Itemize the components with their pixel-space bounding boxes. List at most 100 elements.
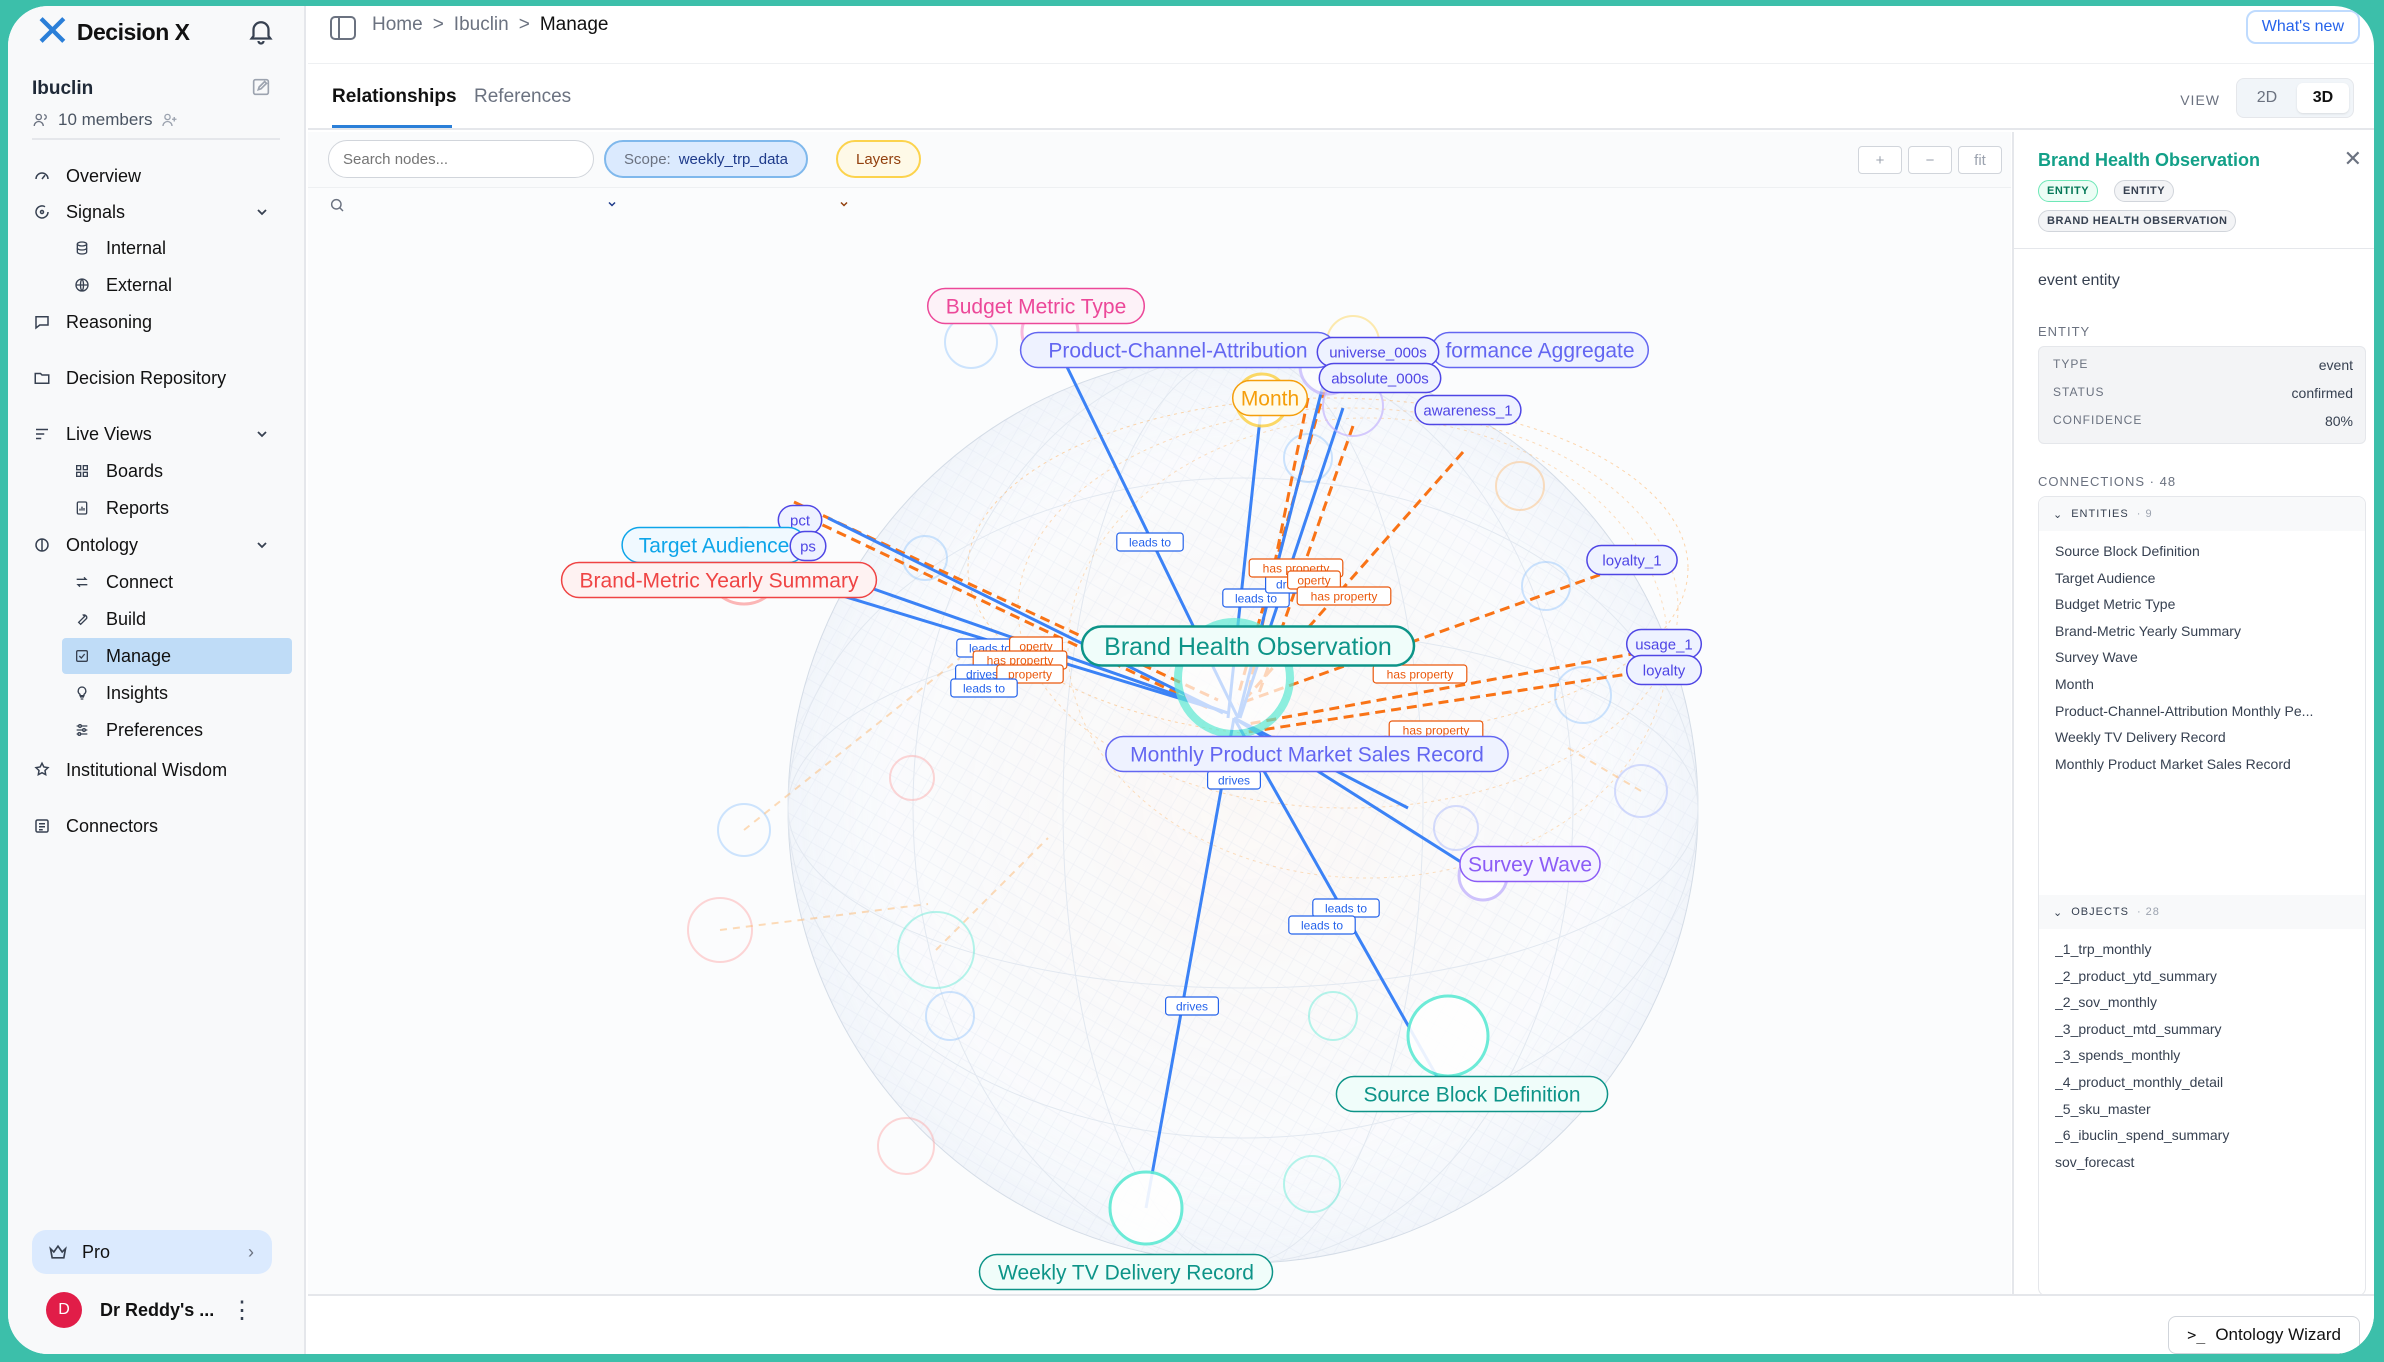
entity-section-label: ENTITY <box>2038 324 2091 339</box>
search-input[interactable] <box>343 150 543 168</box>
connection-item[interactable]: Monthly Product Market Sales Record <box>2055 756 2355 772</box>
sidebar-toggle-icon[interactable] <box>330 16 356 40</box>
node-label-bho[interactable]: Brand Health Observation <box>1080 625 1416 667</box>
members-count: 10 members <box>58 110 153 129</box>
bell-icon[interactable] <box>246 16 276 46</box>
node-label-usage[interactable]: usage_1 <box>1625 628 1703 660</box>
user-profile[interactable]: D Dr Reddy's ... <box>46 1292 214 1328</box>
node-label-universe[interactable]: universe_000s <box>1316 336 1440 368</box>
more-options-icon[interactable]: ⋮ <box>230 1296 254 1325</box>
nav-label: Build <box>106 608 147 629</box>
connection-item[interactable]: Survey Wave <box>2055 649 2355 665</box>
chevron-down-icon: ⌄ <box>2053 906 2064 919</box>
connection-item[interactable]: Brand-Metric Yearly Summary <box>2055 623 2355 639</box>
node-label-awareness[interactable]: awareness_1 <box>1414 394 1522 426</box>
edge-label-text: drives <box>1176 1000 1208 1014</box>
nav-ontology[interactable]: Ontology <box>32 527 138 563</box>
objects-group-header[interactable]: ⌄ OBJECTS · 28 <box>2039 895 2365 929</box>
plan-pro-button[interactable]: Pro › <box>32 1230 272 1274</box>
node-label-perf[interactable]: formance Aggregate <box>1430 331 1650 369</box>
node-label-ps[interactable]: ps <box>789 530 827 562</box>
connection-item[interactable]: Target Audience <box>2055 570 2355 586</box>
workspace-members[interactable]: 10 members <box>32 110 178 130</box>
node-label-text: formance Aggregate <box>1445 339 1634 362</box>
node-circle-source <box>1406 994 1490 1078</box>
node-label-mpms[interactable]: Monthly Product Market Sales Record <box>1105 735 1509 773</box>
scope-filter[interactable]: Scope: weekly_trp_data <box>604 140 808 207</box>
node-label-budget[interactable]: Budget Metric Type <box>926 287 1146 325</box>
connection-item[interactable]: _6_ibuclin_spend_summary <box>2055 1127 2355 1143</box>
nav-overview[interactable]: Overview <box>32 158 141 194</box>
nav-preferences[interactable]: Preferences <box>72 712 203 748</box>
graph-canvas[interactable]: Scope: weekly_trp_data Layers + − fit <box>308 132 2011 1294</box>
node-label-loyalty[interactable]: loyalty <box>1625 654 1703 686</box>
connection-item[interactable]: Month <box>2055 676 2355 692</box>
connection-item[interactable]: _5_sku_master <box>2055 1101 2355 1117</box>
search-box[interactable] <box>328 140 594 212</box>
node-label-brandmetric[interactable]: Brand-Metric Yearly Summary <box>560 561 878 599</box>
nav-reasoning[interactable]: Reasoning <box>32 304 152 340</box>
connection-item[interactable]: _3_product_mtd_summary <box>2055 1021 2355 1037</box>
connection-item[interactable]: Budget Metric Type <box>2055 596 2355 612</box>
breadcrumb-separator: > <box>518 14 530 35</box>
nav-connect[interactable]: Connect <box>72 564 173 600</box>
tab-relationships[interactable]: Relationships <box>332 86 457 108</box>
connection-item[interactable]: _3_spends_monthly <box>2055 1047 2355 1063</box>
zoom-in-button[interactable]: + <box>1858 146 1902 174</box>
view-3d-button[interactable]: 3D <box>2297 83 2349 113</box>
breadcrumb-home[interactable]: Home <box>372 14 423 36</box>
layers-filter[interactable]: Layers <box>836 140 922 207</box>
chevron-down-icon[interactable] <box>254 426 270 442</box>
node-label-survey[interactable]: Survey Wave <box>1459 845 1601 883</box>
edge-label-text: has property <box>1387 668 1454 682</box>
connection-item[interactable]: sov_forecast <box>2055 1154 2355 1170</box>
connection-item[interactable]: Source Block Definition <box>2055 543 2355 559</box>
connection-item[interactable]: _1_trp_monthly <box>2055 941 2355 957</box>
nav-external[interactable]: External <box>72 267 172 303</box>
node-label-month[interactable]: Month <box>1231 379 1309 417</box>
nav-reports[interactable]: Reports <box>72 490 169 526</box>
connection-item[interactable]: _4_product_monthly_detail <box>2055 1074 2355 1090</box>
node-label-text: Weekly TV Delivery Record <box>998 1261 1254 1284</box>
view-label: VIEW <box>2180 92 2220 108</box>
entities-group-header[interactable]: ⌄ ENTITIES · 9 <box>2039 497 2365 531</box>
connection-item[interactable]: _2_product_ytd_summary <box>2055 968 2355 984</box>
brand-logo[interactable]: ✕ Decision X <box>34 10 190 54</box>
graph-sphere <box>787 352 1699 1264</box>
graph-3d-view[interactable]: leads to leads to drives has property operty… <box>308 188 2011 1294</box>
chevron-down-icon[interactable] <box>254 204 270 220</box>
close-icon[interactable]: ✕ <box>2344 146 2362 172</box>
nav-internal[interactable]: Internal <box>72 230 166 266</box>
group-count: · 28 <box>2136 906 2160 918</box>
group-label: OBJECTS <box>2071 906 2129 918</box>
connection-item[interactable]: _2_sov_monthly <box>2055 994 2355 1010</box>
nav-live-views[interactable]: Live Views <box>32 416 152 452</box>
nav-institutional-wisdom[interactable]: Institutional Wisdom <box>32 752 227 788</box>
whats-new-button[interactable]: What's new <box>2245 10 2360 44</box>
connection-item[interactable]: Weekly TV Delivery Record <box>2055 729 2355 745</box>
ontology-wizard-button[interactable]: >_ Ontology Wizard <box>2168 1316 2360 1354</box>
nav-insights[interactable]: Insights <box>72 675 168 711</box>
nav-connectors[interactable]: Connectors <box>32 808 158 844</box>
add-member-icon[interactable] <box>160 111 178 129</box>
breadcrumb-workspace[interactable]: Ibuclin <box>454 14 509 36</box>
node-label-pca[interactable]: Product-Channel-Attribution <box>1019 331 1337 369</box>
node-label-loyalty1[interactable]: loyalty_1 <box>1586 544 1678 576</box>
zoom-out-button[interactable]: − <box>1908 146 1952 174</box>
nav-build[interactable]: Build <box>72 601 146 637</box>
node-label-absolute[interactable]: absolute_000s <box>1318 362 1442 394</box>
node-label-wtv[interactable]: Weekly TV Delivery Record <box>978 1253 1274 1291</box>
nav-manage[interactable]: Manage <box>62 638 292 674</box>
fit-button[interactable]: fit <box>1958 146 2002 174</box>
connections-label: CONNECTIONS · 48 <box>2038 474 2177 489</box>
edit-workspace-icon[interactable] <box>250 76 272 98</box>
connection-item[interactable]: Product-Channel-Attribution Monthly Pe..… <box>2055 703 2355 719</box>
view-2d-button[interactable]: 2D <box>2241 83 2293 113</box>
tab-references[interactable]: References <box>474 86 571 108</box>
nav-boards[interactable]: Boards <box>72 453 163 489</box>
nav-signals[interactable]: Signals <box>32 194 125 230</box>
chevron-down-icon[interactable] <box>254 537 270 553</box>
node-label-target[interactable]: Target Audience <box>621 526 807 564</box>
node-label-source[interactable]: Source Block Definition <box>1335 1075 1609 1113</box>
nav-decision-repository[interactable]: Decision Repository <box>32 360 226 396</box>
